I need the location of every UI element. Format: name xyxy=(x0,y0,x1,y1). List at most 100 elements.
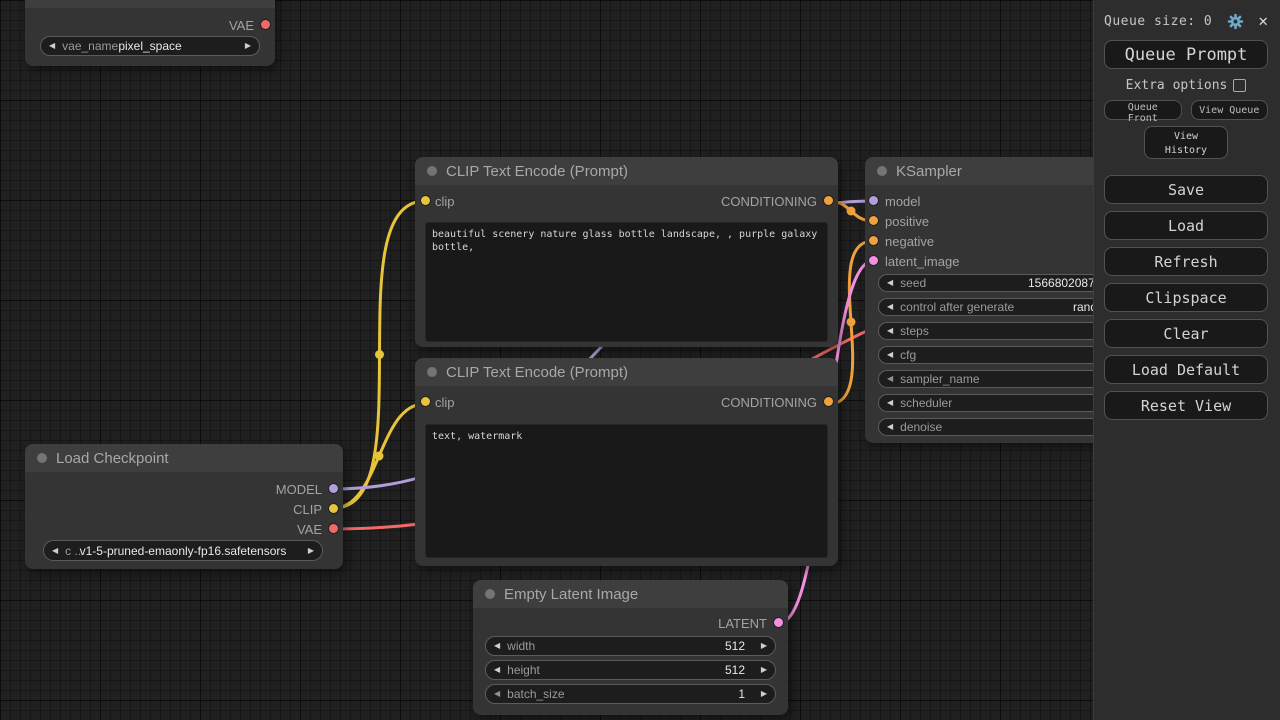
combo-left-arrow-icon[interactable] xyxy=(887,351,893,359)
widget-label: sampler_name xyxy=(900,372,980,386)
widget-label: width xyxy=(507,639,536,653)
port-label-conditioning: CONDITIONING xyxy=(720,193,817,209)
model-output-port[interactable] xyxy=(329,484,338,493)
clear-button[interactable]: Clear xyxy=(1104,319,1268,348)
port-label-model: model xyxy=(885,193,921,209)
combo-right-arrow-icon[interactable] xyxy=(308,547,314,555)
clip-output-port[interactable] xyxy=(329,504,338,513)
combo-left-arrow-icon[interactable] xyxy=(494,690,500,698)
node-titlebar[interactable]: CLIP Text Encode (Prompt) xyxy=(415,157,838,185)
widget-value: 512 xyxy=(724,663,745,677)
positive-prompt-textarea[interactable]: beautiful scenery nature glass bottle la… xyxy=(425,222,828,342)
conditioning-output-port[interactable] xyxy=(824,397,833,406)
widget-label: vae_name xyxy=(62,39,119,53)
load-button[interactable]: Load xyxy=(1104,211,1268,240)
widget-label: denoise xyxy=(900,420,943,434)
extra-options-label: Extra options xyxy=(1125,77,1228,93)
widget-label: scheduler xyxy=(900,396,953,410)
port-label-model: MODEL xyxy=(275,481,322,497)
vae-name-combo[interactable]: vae_name pixel_space xyxy=(40,36,260,56)
settings-gear-icon[interactable] xyxy=(1227,13,1244,30)
port-label-clip: clip xyxy=(435,193,455,209)
view-history-button[interactable]: View History xyxy=(1144,126,1228,159)
widget-label: cfg xyxy=(900,348,917,362)
queue-size-label: Queue size: 0 xyxy=(1104,13,1213,29)
combo-left-arrow-icon[interactable] xyxy=(887,327,893,335)
combo-left-arrow-icon[interactable] xyxy=(494,642,500,650)
extra-options-checkbox[interactable] xyxy=(1233,78,1247,92)
combo-left-arrow-icon[interactable] xyxy=(887,375,893,383)
negative-input-port[interactable] xyxy=(868,236,878,245)
combo-right-arrow-icon[interactable] xyxy=(761,642,767,650)
port-label-conditioning: CONDITIONING xyxy=(720,394,817,410)
queue-prompt-button[interactable]: Queue Prompt xyxy=(1104,40,1268,69)
node-load-vae[interactable]: VAE vae_name pixel_space xyxy=(25,0,275,66)
collapse-dot-icon[interactable] xyxy=(485,589,495,599)
comfy-menu-panel: Queue size: 0 ✕ Queue Prompt Extra optio… xyxy=(1093,0,1280,720)
combo-right-arrow-icon[interactable] xyxy=(761,690,767,698)
view-queue-button[interactable]: View Queue xyxy=(1190,100,1268,120)
load-default-button[interactable]: Load Default xyxy=(1104,355,1268,384)
vae-output-port[interactable] xyxy=(329,524,338,533)
node-empty-latent-image[interactable]: Empty Latent Image LATENT width 512 heig… xyxy=(473,580,788,715)
collapse-dot-icon[interactable] xyxy=(877,166,887,176)
port-label-clip: clip xyxy=(435,394,455,410)
negative-prompt-textarea[interactable]: text, watermark xyxy=(425,424,828,558)
node-title: Empty Latent Image xyxy=(504,585,639,603)
port-label-latent-image: latent_image xyxy=(885,253,960,269)
combo-left-arrow-icon[interactable] xyxy=(49,42,55,50)
widget-value: v1-5-pruned-emaonly-fp16.safetensors xyxy=(79,543,287,558)
clipspace-button[interactable]: Clipspace xyxy=(1104,283,1268,312)
combo-right-arrow-icon[interactable] xyxy=(761,666,767,674)
conditioning-output-port[interactable] xyxy=(824,196,833,205)
node-title: CLIP Text Encode (Prompt) xyxy=(446,363,629,381)
reset-view-button[interactable]: Reset View xyxy=(1104,391,1268,420)
combo-left-arrow-icon[interactable] xyxy=(887,423,893,431)
latent-output-port[interactable] xyxy=(774,618,783,627)
widget-value: 512 xyxy=(724,639,745,653)
collapse-dot-icon[interactable] xyxy=(427,367,437,377)
port-label-negative: negative xyxy=(885,233,935,249)
combo-left-arrow-icon[interactable] xyxy=(52,547,58,555)
node-clip-text-encode-negative[interactable]: CLIP Text Encode (Prompt) clip CONDITION… xyxy=(415,358,838,566)
latent-image-input-port[interactable] xyxy=(868,256,878,265)
refresh-button[interactable]: Refresh xyxy=(1104,247,1268,276)
width-widget[interactable]: width 512 xyxy=(485,636,776,656)
combo-left-arrow-icon[interactable] xyxy=(887,279,893,287)
ckpt-name-combo[interactable]: c ... v1-5-pruned-emaonly-fp16.safetenso… xyxy=(43,540,323,561)
collapse-dot-icon[interactable] xyxy=(37,453,47,463)
combo-left-arrow-icon[interactable] xyxy=(887,399,893,407)
node-titlebar[interactable]: Empty Latent Image xyxy=(473,580,788,608)
node-titlebar[interactable]: CLIP Text Encode (Prompt) xyxy=(415,358,838,386)
node-titlebar[interactable]: Load Checkpoint xyxy=(25,444,343,472)
combo-left-arrow-icon[interactable] xyxy=(494,666,500,674)
port-label-vae: VAE xyxy=(296,521,322,537)
node-title: Load Checkpoint xyxy=(56,449,169,467)
clip-input-port[interactable] xyxy=(420,397,430,406)
port-label-clip: CLIP xyxy=(293,501,322,517)
widget-value: 1 xyxy=(738,687,745,701)
node-title: KSampler xyxy=(896,162,962,180)
queue-front-button[interactable]: Queue Front xyxy=(1104,100,1182,124)
widget-value: 1566802087 xyxy=(1028,276,1095,290)
combo-right-arrow-icon[interactable] xyxy=(245,42,251,50)
node-titlebar[interactable] xyxy=(25,0,275,8)
widget-label: seed xyxy=(900,276,927,290)
height-widget[interactable]: height 512 xyxy=(485,660,776,680)
view-history-label: View History xyxy=(1164,131,1208,156)
collapse-dot-icon[interactable] xyxy=(427,166,437,176)
save-button[interactable]: Save xyxy=(1104,175,1268,204)
port-label-vae: VAE xyxy=(228,17,254,33)
combo-left-arrow-icon[interactable] xyxy=(887,303,893,311)
node-clip-text-encode-positive[interactable]: CLIP Text Encode (Prompt) clip CONDITION… xyxy=(415,157,838,347)
clip-input-port[interactable] xyxy=(420,196,430,205)
vae-output-port[interactable] xyxy=(261,20,270,29)
model-input-port[interactable] xyxy=(868,196,878,205)
widget-value: pixel_space xyxy=(118,39,182,53)
close-icon[interactable]: ✕ xyxy=(1258,13,1268,29)
positive-input-port[interactable] xyxy=(868,216,878,225)
node-load-checkpoint[interactable]: Load Checkpoint MODEL CLIP VAE c ... v1-… xyxy=(25,444,343,569)
node-title: CLIP Text Encode (Prompt) xyxy=(446,162,629,180)
port-label-latent: LATENT xyxy=(718,615,767,631)
batch-size-widget[interactable]: batch_size 1 xyxy=(485,684,776,704)
